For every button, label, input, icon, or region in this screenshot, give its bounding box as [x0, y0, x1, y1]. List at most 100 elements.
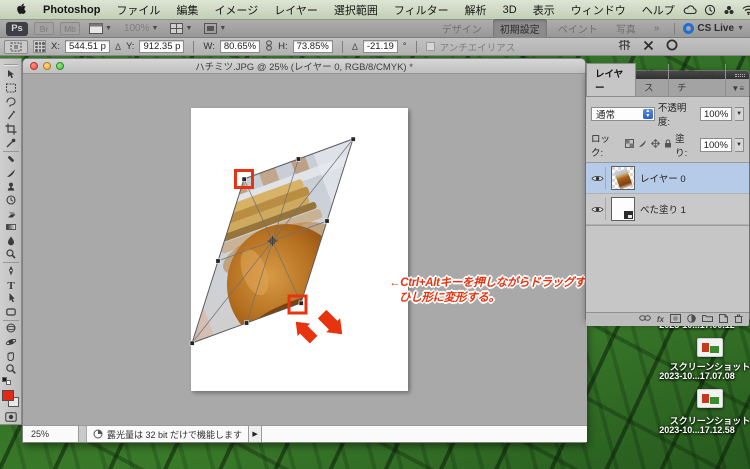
tool-shape[interactable] [1, 305, 21, 319]
layer-row-layer-0[interactable]: レイヤー 0 [586, 163, 749, 194]
canvas-area[interactable]: ←Ctrl+Altキーを押しながらドラッグすると ひし形に変形する。 [23, 74, 608, 427]
tool-preset-picker[interactable] [4, 39, 28, 54]
tool-3d-orbit[interactable] [1, 335, 21, 349]
tool-clone-stamp[interactable] [1, 180, 21, 194]
handle-left-middle[interactable] [215, 258, 221, 264]
panel-menu-icon[interactable]: ▼≡ [726, 84, 749, 96]
visibility-eye-icon[interactable] [590, 167, 606, 189]
reference-point-locator[interactable] [33, 40, 46, 53]
tool-lasso[interactable] [1, 95, 21, 109]
workspace-photo[interactable]: 写真 [609, 19, 643, 38]
menu-window[interactable]: ウィンドウ [563, 2, 634, 18]
link-layers-icon[interactable] [639, 314, 651, 325]
status-options-arrow[interactable]: ▶ [249, 426, 263, 442]
opacity-field[interactable]: 100% [699, 107, 733, 121]
angle-field[interactable]: -21.19 [362, 40, 398, 53]
tool-crop[interactable] [1, 122, 21, 136]
tool-blur[interactable] [1, 234, 21, 248]
default-swatches-icon[interactable] [2, 376, 14, 386]
tool-healing-brush[interactable] [1, 153, 21, 167]
warp-mode-toggle-icon[interactable] [618, 39, 631, 54]
tool-move[interactable] [1, 68, 21, 82]
layer-thumbnail[interactable] [611, 197, 635, 221]
status-zoom-field[interactable]: 25% [23, 426, 79, 442]
handle-right-middle[interactable] [324, 218, 330, 224]
menu-photoshop[interactable]: Photoshop [35, 4, 108, 16]
apple-menu[interactable] [8, 2, 35, 18]
workspace-design[interactable]: デザイン [435, 19, 489, 38]
visibility-eye-icon[interactable] [590, 198, 606, 220]
screen-mode-dropdown[interactable]: ▼ [201, 22, 229, 35]
new-layer-icon[interactable] [719, 313, 728, 326]
opacity-dropdown-icon[interactable]: ▼ [735, 107, 744, 121]
minimize-window-button[interactable] [43, 62, 51, 70]
lock-all-icon[interactable] [664, 139, 672, 151]
desktop-file-label[interactable]: 2023-10...17.07.08 [632, 371, 750, 381]
honey-jar-photo[interactable] [97, 74, 470, 427]
tab-swatches[interactable]: スウォッチ [669, 64, 727, 96]
x-position-field[interactable]: 544.51 p [64, 40, 110, 53]
document-title-bar[interactable]: ハチミツ.JPG @ 25% (レイヤー 0, RGB/8/CMYK) * [23, 59, 585, 74]
antialias-checkbox[interactable] [425, 42, 435, 51]
quick-mask-button[interactable] [1, 411, 21, 425]
handle-bottom-right[interactable] [298, 300, 304, 306]
wifi-icon[interactable] [742, 5, 750, 15]
workspace-overflow[interactable]: » [647, 21, 667, 36]
lock-transparency-icon[interactable] [625, 139, 635, 151]
tools-grip[interactable] [3, 64, 18, 66]
tab-paths[interactable]: パス [636, 64, 670, 96]
menu-help[interactable]: ヘルプ [634, 2, 683, 18]
menu-layer[interactable]: レイヤー [266, 2, 326, 18]
workspace-paint[interactable]: ペイント [551, 19, 605, 38]
desktop-file-icon[interactable] [697, 338, 723, 357]
tool-eraser[interactable] [1, 207, 21, 221]
tool-eyedropper[interactable] [1, 136, 21, 150]
layer-style-icon[interactable]: fx [657, 315, 664, 324]
tool-magic-wand[interactable] [1, 109, 21, 123]
width-field[interactable]: 80.65% [219, 40, 261, 53]
tool-history-brush[interactable] [1, 193, 21, 207]
menu-filter[interactable]: フィルター [386, 2, 457, 18]
fill-field[interactable]: 100% [699, 138, 733, 152]
tool-zoom[interactable] [1, 362, 21, 376]
adjustment-layer-icon[interactable] [687, 313, 696, 326]
lock-pixels-icon[interactable] [638, 139, 647, 151]
tool-type[interactable]: T [1, 278, 21, 292]
commit-transform-icon[interactable] [666, 39, 678, 54]
cancel-transform-icon[interactable] [643, 40, 654, 54]
view-extras-dropdown[interactable]: ▼ [86, 22, 115, 35]
handle-top-right[interactable] [350, 136, 356, 142]
tool-hand[interactable] [1, 349, 21, 363]
zoom-window-button[interactable] [56, 62, 64, 70]
link-dimensions-icon[interactable] [265, 39, 273, 54]
menu-select[interactable]: 選択範囲 [326, 2, 386, 18]
layer-row-fill-1[interactable]: べた塗り 1 [586, 194, 749, 225]
tool-brush[interactable] [1, 166, 21, 180]
mini-bridge-button[interactable]: Mb [60, 22, 80, 35]
height-field[interactable]: 73.85% [292, 40, 333, 53]
tool-path-selection[interactable] [1, 291, 21, 305]
lock-position-icon[interactable] [651, 139, 661, 151]
tool-rectangular-marquee[interactable] [1, 82, 21, 96]
cs-live-button[interactable]: CS Live ▼ [683, 23, 744, 34]
layer-name[interactable]: べた塗り 1 [640, 202, 686, 216]
menu-analysis[interactable]: 解析 [457, 2, 495, 18]
airport-fan-icon[interactable] [723, 4, 735, 16]
add-mask-icon[interactable] [670, 313, 681, 326]
y-position-field[interactable]: 912.35 p [139, 40, 185, 53]
handle-top-left[interactable] [241, 176, 247, 182]
menu-image[interactable]: イメージ [206, 2, 266, 18]
tool-gradient[interactable] [1, 220, 21, 234]
delete-layer-icon[interactable] [734, 314, 743, 326]
menu-edit[interactable]: 編集 [168, 2, 206, 18]
layer-thumbnail[interactable] [611, 166, 635, 190]
status-message[interactable]: 露光量は 32 bit だけで機能します [87, 426, 250, 442]
handle-bottom-middle[interactable] [244, 320, 250, 326]
desktop-file-label[interactable]: 2023-10...17.12.58 [632, 425, 750, 435]
tool-3d-rotate[interactable] [1, 322, 21, 336]
tool-pen[interactable] [1, 264, 21, 278]
tool-dodge[interactable] [1, 248, 21, 262]
tab-layers[interactable]: レイヤー [586, 63, 636, 96]
cloud-icon[interactable] [683, 4, 697, 15]
relative-position-toggle[interactable]: Δ [115, 42, 121, 52]
